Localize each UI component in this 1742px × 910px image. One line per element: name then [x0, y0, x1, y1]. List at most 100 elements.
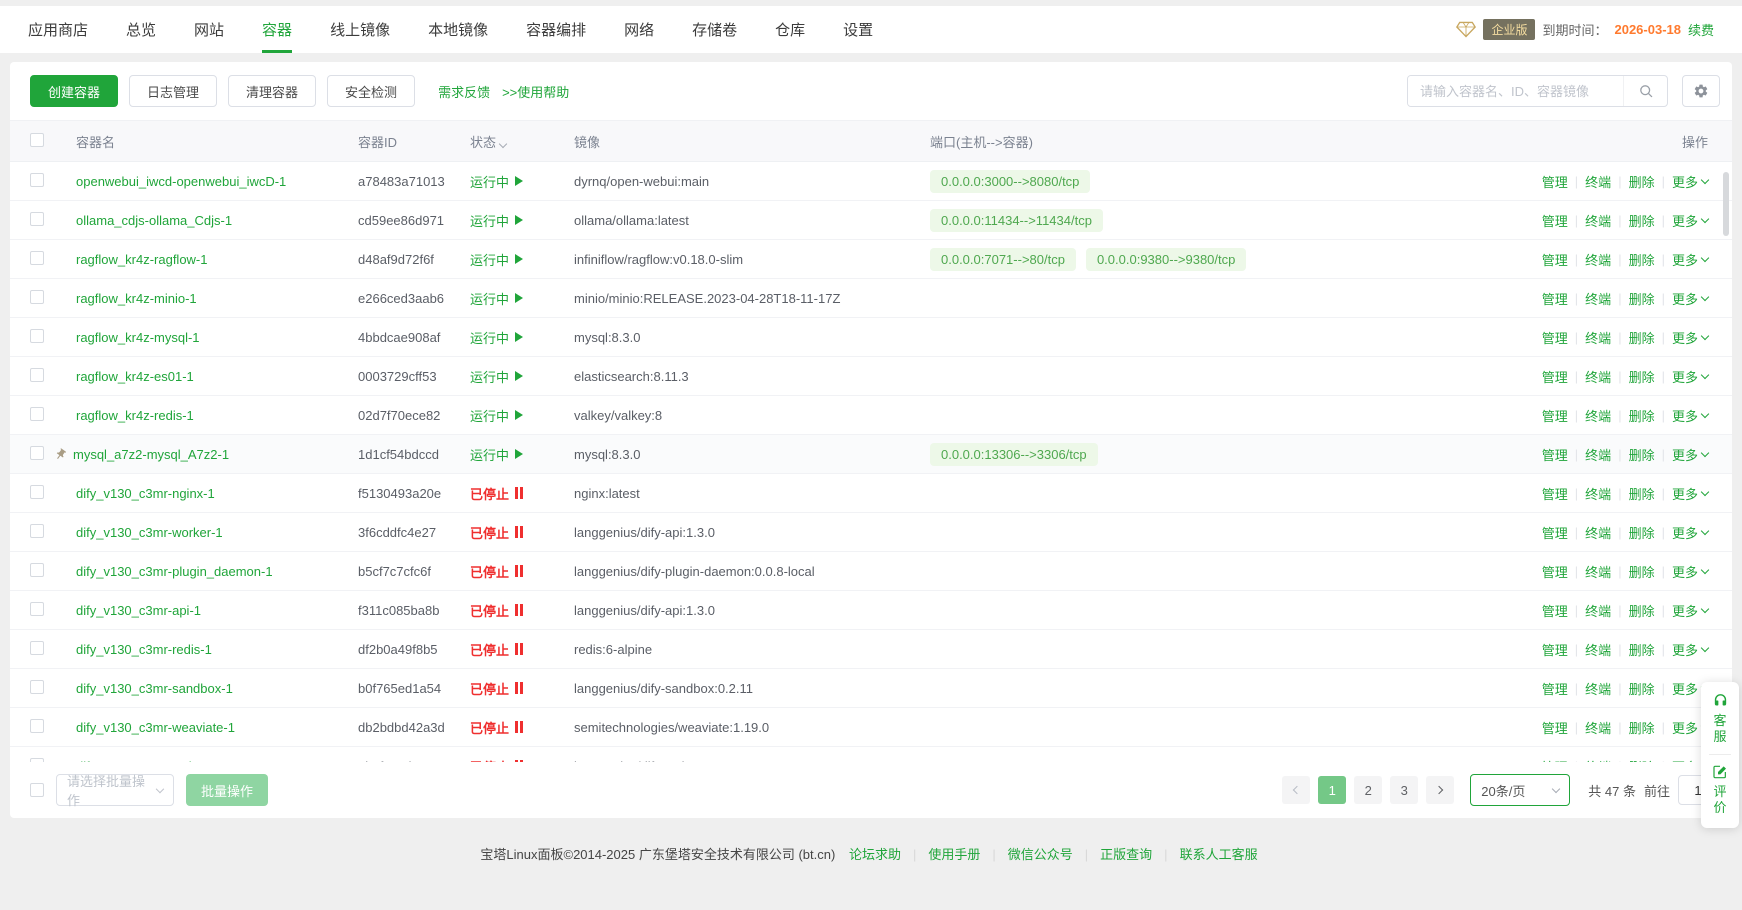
- terminal-link[interactable]: 终端: [1585, 250, 1611, 269]
- terminal-link[interactable]: 终端: [1585, 640, 1611, 659]
- more-link[interactable]: 更多: [1672, 250, 1708, 269]
- delete-link[interactable]: 删除: [1629, 172, 1655, 191]
- terminal-link[interactable]: 终端: [1585, 757, 1611, 763]
- page-size-select[interactable]: 20条/页: [1470, 774, 1570, 806]
- container-name-link[interactable]: ragflow_kr4z-ragflow-1: [76, 252, 208, 267]
- terminal-link[interactable]: 终端: [1585, 367, 1611, 386]
- delete-link[interactable]: 删除: [1629, 367, 1655, 386]
- delete-link[interactable]: 删除: [1629, 289, 1655, 308]
- row-checkbox[interactable]: [30, 719, 44, 733]
- terminal-link[interactable]: 终端: [1585, 484, 1611, 503]
- delete-link[interactable]: 删除: [1629, 406, 1655, 425]
- terminal-link[interactable]: 终端: [1585, 562, 1611, 581]
- manage-link[interactable]: 管理: [1542, 328, 1568, 347]
- row-checkbox[interactable]: [30, 251, 44, 265]
- manage-link[interactable]: 管理: [1542, 601, 1568, 620]
- row-checkbox[interactable]: [30, 407, 44, 421]
- more-link[interactable]: 更多: [1672, 328, 1708, 347]
- more-link[interactable]: 更多: [1672, 445, 1708, 464]
- nav-tab-容器编排[interactable]: 容器编排: [526, 6, 586, 53]
- terminal-link[interactable]: 终端: [1585, 523, 1611, 542]
- manage-link[interactable]: 管理: [1542, 679, 1568, 698]
- delete-link[interactable]: 删除: [1629, 640, 1655, 659]
- delete-link[interactable]: 删除: [1629, 211, 1655, 230]
- delete-link[interactable]: 删除: [1629, 601, 1655, 620]
- more-link[interactable]: 更多: [1672, 562, 1708, 581]
- container-name-link[interactable]: dify_v130_c3mr-plugin_daemon-1: [76, 564, 273, 579]
- nav-tab-线上镜像[interactable]: 线上镜像: [330, 6, 390, 53]
- container-name-link[interactable]: dify_v130_c3mr-sandbox-1: [76, 681, 233, 696]
- search-icon[interactable]: [1623, 76, 1667, 106]
- manage-link[interactable]: 管理: [1542, 211, 1568, 230]
- manage-link[interactable]: 管理: [1542, 172, 1568, 191]
- container-name-link[interactable]: ollama_cdjs-ollama_Cdjs-1: [76, 213, 232, 228]
- container-name-link[interactable]: dify_v130_c3mr-redis-1: [76, 642, 212, 657]
- terminal-link[interactable]: 终端: [1585, 406, 1611, 425]
- security-check-button[interactable]: 安全检测: [327, 75, 415, 107]
- manage-link[interactable]: 管理: [1542, 367, 1568, 386]
- manage-link[interactable]: 管理: [1542, 484, 1568, 503]
- container-name-link[interactable]: ragflow_kr4z-redis-1: [76, 408, 194, 423]
- more-link[interactable]: 更多: [1672, 289, 1708, 308]
- row-checkbox[interactable]: [30, 641, 44, 655]
- create-container-button[interactable]: 创建容器: [30, 75, 118, 107]
- terminal-link[interactable]: 终端: [1585, 679, 1611, 698]
- container-name-link[interactable]: mysql_a7z2-mysql_A7z2-1: [73, 447, 229, 462]
- delete-link[interactable]: 删除: [1629, 562, 1655, 581]
- manage-link[interactable]: 管理: [1542, 640, 1568, 659]
- more-link[interactable]: 更多: [1672, 484, 1708, 503]
- manage-link[interactable]: 管理: [1542, 562, 1568, 581]
- footer-link-2[interactable]: 微信公众号: [1008, 847, 1073, 862]
- terminal-link[interactable]: 终端: [1585, 601, 1611, 620]
- more-link[interactable]: 更多: [1672, 367, 1708, 386]
- more-link[interactable]: 更多: [1672, 640, 1708, 659]
- page-button-3[interactable]: 3: [1390, 776, 1418, 804]
- nav-tab-应用商店[interactable]: 应用商店: [28, 6, 88, 53]
- row-checkbox[interactable]: [30, 680, 44, 694]
- row-checkbox[interactable]: [30, 290, 44, 304]
- footer-link-1[interactable]: 使用手册: [928, 847, 980, 862]
- delete-link[interactable]: 删除: [1629, 484, 1655, 503]
- container-name-link[interactable]: ragflow_kr4z-mysql-1: [76, 330, 200, 345]
- container-name-link[interactable]: dify_v130_c3mr-worker-1: [76, 525, 223, 540]
- page-button-2[interactable]: 2: [1354, 776, 1382, 804]
- batch-select-checkbox[interactable]: [30, 783, 44, 797]
- nav-tab-总览[interactable]: 总览: [126, 6, 156, 53]
- row-checkbox[interactable]: [30, 524, 44, 538]
- row-checkbox[interactable]: [30, 173, 44, 187]
- delete-link[interactable]: 删除: [1629, 445, 1655, 464]
- nav-tab-网络[interactable]: 网络: [624, 6, 654, 53]
- container-name-link[interactable]: dify_v130_c3mr-api-1: [76, 603, 201, 618]
- more-link[interactable]: 更多: [1672, 601, 1708, 620]
- log-manage-button[interactable]: 日志管理: [129, 75, 217, 107]
- row-checkbox[interactable]: [30, 446, 44, 460]
- manage-link[interactable]: 管理: [1542, 289, 1568, 308]
- terminal-link[interactable]: 终端: [1585, 211, 1611, 230]
- more-link[interactable]: 更多: [1672, 523, 1708, 542]
- more-link[interactable]: 更多: [1672, 211, 1708, 230]
- container-name-link[interactable]: dify_v130_c3mr-weaviate-1: [76, 720, 235, 735]
- row-checkbox[interactable]: [30, 563, 44, 577]
- manage-link[interactable]: 管理: [1542, 445, 1568, 464]
- container-name-link[interactable]: dify_v130_c3mr-web-1: [76, 759, 208, 763]
- container-name-link[interactable]: ragflow_kr4z-es01-1: [76, 369, 194, 384]
- manage-link[interactable]: 管理: [1542, 523, 1568, 542]
- nav-tab-仓库[interactable]: 仓库: [775, 6, 805, 53]
- footer-link-0[interactable]: 论坛求助: [849, 847, 901, 862]
- terminal-link[interactable]: 终端: [1585, 445, 1611, 464]
- row-checkbox[interactable]: [30, 368, 44, 382]
- nav-tab-容器[interactable]: 容器: [262, 6, 292, 53]
- manage-link[interactable]: 管理: [1542, 757, 1568, 763]
- table-settings-button[interactable]: [1682, 75, 1720, 107]
- footer-link-4[interactable]: 联系人工客服: [1180, 847, 1258, 862]
- delete-link[interactable]: 删除: [1629, 250, 1655, 269]
- row-checkbox[interactable]: [30, 329, 44, 343]
- select-all-checkbox[interactable]: [30, 133, 44, 147]
- terminal-link[interactable]: 终端: [1585, 328, 1611, 347]
- header-status[interactable]: 状态: [470, 132, 574, 151]
- nav-tab-网站[interactable]: 网站: [194, 6, 224, 53]
- support-button[interactable]: 客服: [1712, 692, 1729, 745]
- delete-link[interactable]: 删除: [1629, 757, 1655, 763]
- delete-link[interactable]: 删除: [1629, 679, 1655, 698]
- manage-link[interactable]: 管理: [1542, 250, 1568, 269]
